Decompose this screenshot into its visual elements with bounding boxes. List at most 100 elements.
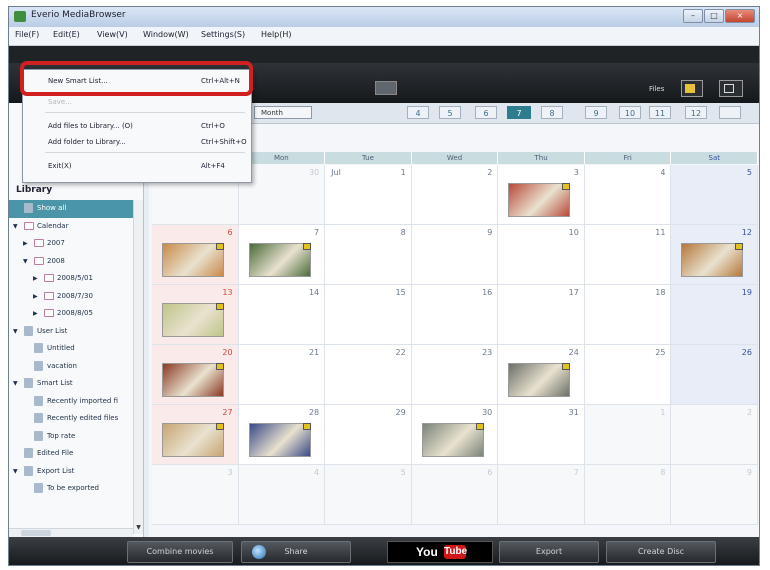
page-button[interactable]: 12 — [685, 106, 707, 119]
calendar-day-cell[interactable]: 31 — [498, 405, 585, 465]
calendar-day-cell[interactable]: 3 — [152, 465, 239, 525]
calendar-day-cell[interactable]: 25 — [584, 345, 672, 405]
expand-right-icon[interactable]: ▶ — [33, 293, 38, 300]
tree-item[interactable]: Top rate — [9, 428, 143, 446]
calendar-day-cell[interactable]: 26 — [671, 345, 758, 405]
file-menu-item[interactable]: Add folder to Library... Ctrl+Shift+O — [23, 134, 251, 150]
page-button[interactable]: 10 — [619, 106, 641, 119]
tree-item[interactable]: ▼ 2008 — [9, 253, 143, 271]
menu-edit[interactable]: Edit(E) — [53, 30, 80, 39]
tree-item[interactable]: ▶ 2008/8/05 — [9, 305, 143, 323]
calendar-day-cell[interactable]: 18 — [584, 285, 672, 345]
calendar-day-cell[interactable]: 27 — [152, 405, 239, 465]
expand-down-icon[interactable]: ▼ — [23, 258, 28, 265]
calendar-day-cell[interactable]: 9 — [411, 225, 499, 285]
calendar-day-cell[interactable]: 22 — [325, 345, 412, 405]
menu-settings[interactable]: Settings(S) — [201, 30, 245, 39]
tree-item[interactable]: Edited File — [9, 445, 143, 463]
youtube-button[interactable]: You Tube — [387, 541, 493, 563]
menu-view[interactable]: View(V) — [97, 30, 128, 39]
media-thumbnail[interactable] — [162, 423, 224, 457]
tree-item[interactable]: ▶ 2008/7/30 — [9, 288, 143, 306]
calendar-day-cell[interactable]: 1 — [584, 405, 672, 465]
calendar-day-cell[interactable]: 4 — [584, 165, 672, 225]
minimize-icon[interactable]: – — [683, 9, 703, 23]
calendar-day-cell[interactable]: Jul 1 — [325, 165, 412, 225]
calendar-day-cell[interactable]: 12 — [671, 225, 758, 285]
sidebar-scrollbar[interactable]: ▼ — [133, 200, 143, 534]
calendar-day-cell[interactable]: 9 — [671, 465, 758, 525]
tree-item[interactable]: ▼ User List — [9, 323, 143, 341]
share-button[interactable]: Share — [241, 541, 351, 563]
calendar-day-cell[interactable]: 3 — [498, 165, 585, 225]
calendar-day-cell[interactable]: 24 — [498, 345, 585, 405]
tree-item[interactable]: To be exported — [9, 480, 143, 498]
page-button[interactable]: 7 — [507, 106, 531, 119]
menu-help[interactable]: Help(H) — [261, 30, 292, 39]
page-button[interactable]: 9 — [585, 106, 607, 119]
calendar-day-cell[interactable]: 2 — [411, 165, 499, 225]
media-thumbnail[interactable] — [162, 363, 224, 397]
calendar-day-cell[interactable]: 30 — [411, 405, 499, 465]
calendar-day-cell[interactable]: 8 — [325, 225, 412, 285]
tree-item[interactable]: ▶ 2007 — [9, 235, 143, 253]
expand-down-icon[interactable]: ▼ — [13, 223, 18, 230]
media-thumbnail[interactable] — [248, 423, 311, 457]
calendar-day-cell[interactable]: 6 — [411, 465, 499, 525]
calendar-day-cell[interactable]: 15 — [325, 285, 412, 345]
calendar-day-cell[interactable]: 8 — [584, 465, 672, 525]
tree-item[interactable]: ▼ Calendar — [9, 218, 143, 236]
calendar-day-cell[interactable]: 16 — [411, 285, 499, 345]
create-disc-button[interactable]: Create Disc — [606, 541, 716, 563]
media-thumbnail[interactable] — [162, 303, 224, 337]
media-thumbnail[interactable] — [248, 243, 311, 277]
page-button[interactable]: 5 — [439, 106, 461, 119]
menu-window[interactable]: Window(W) — [143, 30, 189, 39]
page-button[interactable]: 6 — [475, 106, 497, 119]
media-thumbnail[interactable] — [508, 183, 571, 217]
expand-down-icon[interactable]: ▼ — [13, 380, 18, 387]
scroll-down-icon[interactable]: ▼ — [134, 524, 143, 534]
media-thumbnail[interactable] — [421, 423, 484, 457]
maximize-icon[interactable]: □ — [704, 9, 724, 23]
calendar-day-cell[interactable]: 6 — [152, 225, 239, 285]
tree-item[interactable]: ▼ Export List — [9, 463, 143, 481]
tree-item[interactable]: ▼ Smart List — [9, 375, 143, 393]
calendar-day-cell[interactable]: 29 — [325, 405, 412, 465]
calendar-day-cell[interactable]: 10 — [498, 225, 585, 285]
combine-movies-button[interactable]: Combine movies — [127, 541, 233, 563]
calendar-day-cell[interactable]: 28 — [238, 405, 326, 465]
calendar-day-cell[interactable]: 23 — [411, 345, 499, 405]
calendar-day-cell[interactable]: 7 — [498, 465, 585, 525]
expand-right-icon[interactable]: ▶ — [23, 240, 28, 247]
page-button[interactable]: 8 — [541, 106, 563, 119]
media-thumbnail[interactable] — [162, 243, 224, 277]
tree-item[interactable]: ▶ 2008/5/01 — [9, 270, 143, 288]
file-menu-item[interactable]: Add files to Library... (O) Ctrl+O — [23, 118, 251, 134]
calendar-day-cell[interactable]: 17 — [498, 285, 585, 345]
calendar-day-cell[interactable]: 5 — [325, 465, 412, 525]
page-button[interactable]: 11 — [649, 106, 671, 119]
calendar-day-cell[interactable]: 2 — [671, 405, 758, 465]
calendar-day-cell[interactable]: 19 — [671, 285, 758, 345]
expand-right-icon[interactable]: ▶ — [33, 275, 38, 282]
expand-right-icon[interactable]: ▶ — [33, 310, 38, 317]
view-mode-button[interactable] — [719, 80, 743, 97]
media-thumbnail[interactable] — [508, 363, 571, 397]
expand-down-icon[interactable]: ▼ — [13, 328, 18, 335]
tree-item[interactable]: Recently imported fi — [9, 393, 143, 411]
file-menu-item[interactable]: Exit(X) Alt+F4 — [23, 158, 251, 174]
monitor-icon[interactable] — [375, 81, 397, 95]
page-button[interactable] — [719, 106, 741, 119]
tree-item[interactable]: Recently edited files — [9, 410, 143, 428]
calendar-day-cell[interactable]: 11 — [584, 225, 672, 285]
month-select[interactable]: Month — [254, 106, 312, 119]
hscroll-thumb[interactable] — [21, 530, 51, 536]
page-button[interactable]: 4 — [407, 106, 429, 119]
tree-item[interactable]: Untitled — [9, 340, 143, 358]
calendar-day-cell[interactable]: 7 — [238, 225, 326, 285]
media-thumbnail[interactable] — [681, 243, 744, 277]
close-icon[interactable]: × — [725, 9, 755, 23]
menu-file[interactable]: File(F) — [15, 30, 39, 39]
calendar-day-cell[interactable]: 4 — [238, 465, 326, 525]
